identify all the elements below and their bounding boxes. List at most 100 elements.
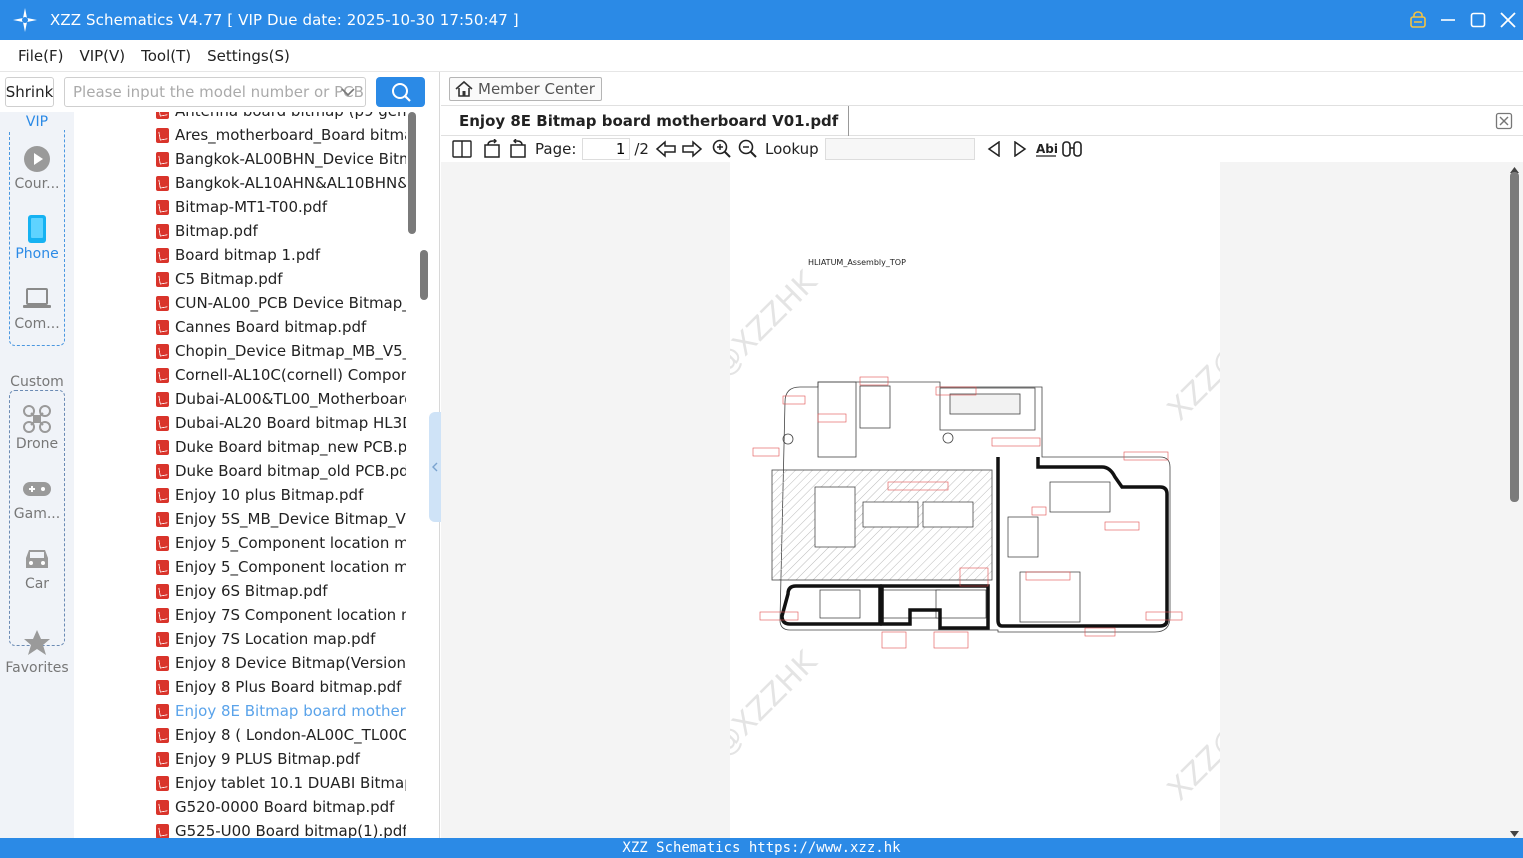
file-name: Duke Board bitmap_old PCB.pdf xyxy=(175,462,406,480)
rail-item-label: Car xyxy=(24,576,50,592)
close-button[interactable] xyxy=(1493,0,1523,40)
match-case-icon[interactable]: Abi xyxy=(1033,136,1059,162)
file-list-item[interactable]: CUN-AL00_PCB Device Bitmap_V1.( xyxy=(156,291,406,315)
file-list-item[interactable]: Bangkok-AL00BHN_Device Bitmap xyxy=(156,147,406,171)
zoom-in-icon[interactable] xyxy=(709,136,735,162)
binoculars-icon[interactable] xyxy=(1059,136,1085,162)
file-list-item[interactable]: Enjoy 9 PLUS Bitmap.pdf xyxy=(156,747,406,771)
member-center-button[interactable]: Member Center xyxy=(449,77,602,101)
file-list-item[interactable]: Enjoy 5S_MB_Device Bitmap_V3.01 xyxy=(156,507,406,531)
file-name: Board bitmap 1.pdf xyxy=(175,246,321,264)
pdf-file-icon xyxy=(156,271,169,287)
rail-item-favorites[interactable]: Favorites xyxy=(0,628,74,676)
file-list-item[interactable]: Bangkok-AL10AHN&AL10BHN&TL xyxy=(156,171,406,195)
custom-label: Custom xyxy=(0,374,74,390)
file-list-item[interactable]: Enjoy 8E Bitmap board motherboa xyxy=(156,699,406,723)
find-prev-icon[interactable] xyxy=(981,136,1007,162)
rail-item-label: Drone xyxy=(15,436,59,452)
file-name: Dubai-AL20 Board bitmap HL3DUE xyxy=(175,414,406,432)
file-list-item[interactable]: Board bitmap 1.pdf xyxy=(156,243,406,267)
watermark-text: XZZ@XZZHK xyxy=(1161,644,1220,808)
zoom-out-icon[interactable] xyxy=(735,136,761,162)
file-name: Enjoy 5S_MB_Device Bitmap_V3.01 xyxy=(175,510,406,528)
file-list-item[interactable]: Enjoy 7S Component location map xyxy=(156,603,406,627)
pdf-file-icon xyxy=(156,631,169,647)
file-list-item[interactable]: Enjoy 7S Location map.pdf xyxy=(156,627,406,651)
window-title: XZZ Schematics V4.77 [ VIP Due date: 202… xyxy=(50,11,519,29)
rail-item-phone[interactable]: Phone xyxy=(0,214,74,262)
file-list-item[interactable]: Enjoy 8 Plus Board bitmap.pdf xyxy=(156,675,406,699)
menu-file[interactable]: File(F) xyxy=(18,47,63,65)
pdf-file-icon xyxy=(156,319,169,335)
file-list-item[interactable]: G525-U00 Board bitmap(1).pdf xyxy=(156,819,406,838)
pdf-page[interactable]: HLIATUM_Assembly_TOP XZZ@XZZHK XZZ@XZZHK… xyxy=(730,162,1220,838)
drone-icon xyxy=(22,404,52,434)
file-list-item[interactable]: Enjoy 10 plus Bitmap.pdf xyxy=(156,483,406,507)
file-name: Enjoy 7S Component location map xyxy=(175,606,406,624)
search-input[interactable] xyxy=(64,77,366,107)
file-list-item[interactable]: Cannes Board bitmap.pdf xyxy=(156,315,406,339)
rail-item-courses[interactable]: Cour... xyxy=(0,144,74,192)
file-list-item[interactable]: Duke Board bitmap_old PCB.pdf xyxy=(156,459,406,483)
rail-item-drone[interactable]: Drone xyxy=(0,404,74,452)
file-list-item[interactable]: Dubai-AL20 Board bitmap HL3DUE xyxy=(156,411,406,435)
file-list-item[interactable]: Bitmap.pdf xyxy=(156,219,406,243)
close-tab-icon[interactable] xyxy=(1495,112,1513,130)
lock-icon[interactable] xyxy=(1403,0,1433,40)
collapse-panel-handle[interactable] xyxy=(429,412,441,522)
file-list-item[interactable]: Enjoy 5_Component location map( xyxy=(156,555,406,579)
rotate-right-icon[interactable] xyxy=(505,136,531,162)
file-name: Enjoy 8E Bitmap board motherboa xyxy=(175,702,406,720)
menu-tool[interactable]: Tool(T) xyxy=(141,47,191,65)
file-list: Antenna board bitmap (p9 general Ares_mot… xyxy=(74,112,406,838)
file-list-item[interactable]: Cornell-AL10C(cornell) Componen xyxy=(156,363,406,387)
pdf-file-icon xyxy=(156,511,169,527)
pdf-file-icon xyxy=(156,487,169,503)
menu-vip[interactable]: VIP(V) xyxy=(79,47,125,65)
rotate-left-icon[interactable] xyxy=(479,136,505,162)
pdf-file-icon xyxy=(156,775,169,791)
file-list-item[interactable]: Bitmap-MT1-T00.pdf xyxy=(156,195,406,219)
minimize-button[interactable] xyxy=(1433,0,1463,40)
file-list-item[interactable]: Chopin_Device Bitmap_MB_V5_A.p xyxy=(156,339,406,363)
rail-item-computer[interactable]: Com... xyxy=(0,284,74,332)
toggle-sidebar-icon[interactable] xyxy=(449,136,475,162)
file-name: Dubai-AL00&TL00_Motherboard D xyxy=(175,390,406,408)
file-list-item[interactable]: Ares_motherboard_Board bitmap_l xyxy=(156,123,406,147)
file-list-item[interactable]: Enjoy 8 Device Bitmap(Version dis xyxy=(156,651,406,675)
lookup-input[interactable] xyxy=(824,138,975,160)
scroll-down-icon[interactable] xyxy=(1509,830,1520,838)
pdf-file-icon xyxy=(156,439,169,455)
file-name: Enjoy 8 ( London-AL00C_TL00C ) (4 xyxy=(175,726,406,744)
file-name: Enjoy 5_Component location map xyxy=(175,534,406,552)
find-next-icon[interactable] xyxy=(1007,136,1033,162)
chevron-down-icon[interactable] xyxy=(340,84,356,100)
file-list-item[interactable]: Enjoy 6S Bitmap.pdf xyxy=(156,579,406,603)
file-name: Bitmap-MT1-T00.pdf xyxy=(175,198,328,216)
rail-item-car[interactable]: Car xyxy=(0,544,74,592)
menu-settings[interactable]: Settings(S) xyxy=(207,47,290,65)
member-center-label: Member Center xyxy=(478,80,595,98)
file-list-item[interactable]: Enjoy 8 ( London-AL00C_TL00C ) (4 xyxy=(156,723,406,747)
file-list-item[interactable]: Antenna board bitmap (p9 general xyxy=(156,112,406,123)
file-list-item[interactable]: Dubai-AL00&TL00_Motherboard D xyxy=(156,387,406,411)
rail-item-games[interactable]: Gam... xyxy=(0,474,74,522)
panel-scrollbar[interactable] xyxy=(420,250,428,300)
file-list-item[interactable]: C5 Bitmap.pdf xyxy=(156,267,406,291)
file-list-item[interactable]: G520-0000 Board bitmap.pdf xyxy=(156,795,406,819)
page-number-input[interactable] xyxy=(582,138,631,160)
file-list-item[interactable]: Enjoy 5_Component location map xyxy=(156,531,406,555)
next-page-icon[interactable] xyxy=(679,136,705,162)
search-button[interactable] xyxy=(376,77,425,107)
maximize-button[interactable] xyxy=(1463,0,1493,40)
pdf-file-icon xyxy=(156,559,169,575)
tab-document[interactable]: Enjoy 8E Bitmap board motherboard V01.pd… xyxy=(449,106,850,136)
prev-page-icon[interactable] xyxy=(653,136,679,162)
shrink-button[interactable]: Shrink xyxy=(5,77,54,107)
document-scrollbar[interactable] xyxy=(1510,172,1519,502)
file-list-item[interactable]: Duke Board bitmap_new PCB.pdf xyxy=(156,435,406,459)
page-total: /2 xyxy=(634,140,649,158)
file-list-item[interactable]: Enjoy tablet 10.1 DUABI Bitmap.pd xyxy=(156,771,406,795)
vip-label: VIP xyxy=(0,114,74,130)
file-list-scrollbar[interactable] xyxy=(408,112,416,234)
